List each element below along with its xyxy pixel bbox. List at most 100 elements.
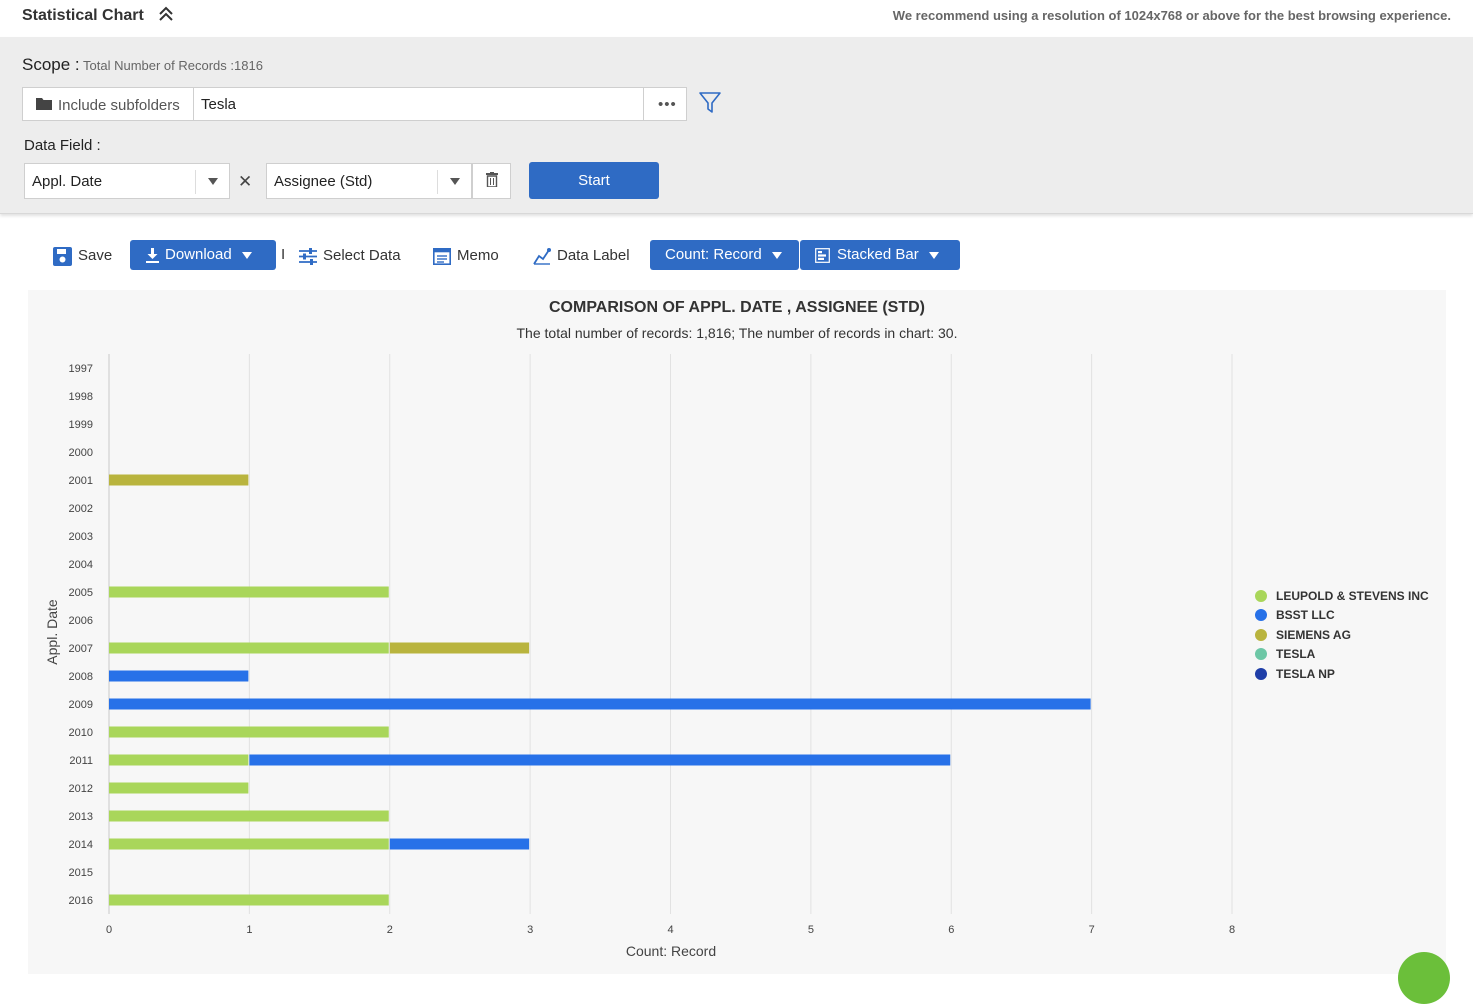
x-tick-label: 0 bbox=[106, 924, 112, 936]
legend-item[interactable]: TESLA NP bbox=[1255, 664, 1429, 684]
legend-item[interactable]: LEUPOLD & STEVENS INC bbox=[1255, 586, 1429, 606]
save-icon bbox=[53, 246, 72, 266]
include-subfolders-button[interactable]: Include subfolders bbox=[22, 87, 194, 121]
legend-label: BSST LLC bbox=[1276, 608, 1335, 623]
y-tick-label: 2007 bbox=[69, 643, 93, 655]
download-label: Download bbox=[165, 246, 232, 263]
data-label-icon bbox=[533, 248, 551, 265]
bar-segment[interactable] bbox=[109, 474, 249, 486]
sliders-icon bbox=[299, 247, 317, 265]
y-axis-title: Appl. Date bbox=[44, 599, 60, 665]
bar-segment[interactable] bbox=[109, 642, 389, 654]
page-title: Statistical Chart bbox=[22, 7, 144, 24]
legend-item[interactable]: BSST LLC bbox=[1255, 606, 1429, 626]
legend-item[interactable]: SIEMENS AG bbox=[1255, 625, 1429, 645]
legend-label: LEUPOLD & STEVENS INC bbox=[1276, 588, 1429, 603]
y-tick-label: 1997 bbox=[69, 363, 93, 375]
bar-segment[interactable] bbox=[109, 754, 249, 766]
chart-type-label: Stacked Bar bbox=[837, 246, 919, 263]
chart-toolbar: Save Download I Select Data Memo Data La… bbox=[0, 236, 1473, 276]
x-tick-label: 3 bbox=[527, 924, 533, 936]
scope-panel: Scope : Total Number of Records :1816 In… bbox=[0, 37, 1473, 214]
more-options-button[interactable]: ••• bbox=[644, 87, 687, 121]
legend-dot-icon bbox=[1255, 648, 1267, 661]
data-label-label: Data Label bbox=[557, 247, 630, 264]
x-tick-label: 7 bbox=[1089, 924, 1095, 936]
y-tick-label: 2004 bbox=[69, 559, 93, 571]
download-button[interactable]: Download bbox=[130, 240, 276, 270]
y-tick-label: 2015 bbox=[69, 867, 93, 879]
legend-dot-icon bbox=[1255, 628, 1267, 641]
collapse-icon[interactable] bbox=[157, 5, 175, 25]
bar-segment[interactable] bbox=[109, 838, 389, 850]
x-tick-label: 4 bbox=[667, 924, 673, 936]
save-label: Save bbox=[78, 247, 113, 264]
delete-field-button[interactable] bbox=[472, 163, 511, 199]
y-tick-label: 1998 bbox=[69, 391, 93, 403]
bar-segment[interactable] bbox=[109, 698, 1091, 710]
y-tick-label: 2011 bbox=[69, 755, 93, 767]
x-tick-label: 8 bbox=[1229, 924, 1235, 936]
y-tick-label: 2010 bbox=[69, 727, 93, 739]
y-tick-label: 2000 bbox=[69, 447, 93, 459]
bar-segment[interactable] bbox=[109, 810, 389, 822]
x-tick-label: 5 bbox=[808, 924, 814, 936]
bar-segment[interactable] bbox=[109, 726, 389, 738]
bar-segment[interactable] bbox=[109, 894, 389, 906]
chevron-down-icon bbox=[928, 251, 939, 259]
bar-segment[interactable] bbox=[109, 782, 249, 794]
y-tick-label: 2006 bbox=[69, 615, 93, 627]
memo-button[interactable]: Memo bbox=[433, 236, 499, 276]
stacked-bar-icon bbox=[815, 247, 830, 263]
legend-dot-icon bbox=[1255, 667, 1267, 680]
stacked-bar-chart: COMPARISON OF APPL. DATE , ASSIGNEE (STD… bbox=[44, 299, 1235, 959]
y-tick-label: 2014 bbox=[69, 839, 93, 851]
bar-segment[interactable] bbox=[389, 642, 530, 654]
legend-item[interactable]: TESLA bbox=[1255, 645, 1429, 665]
chart-legend: LEUPOLD & STEVENS INC BSST LLC SIEMENS AG T… bbox=[1255, 586, 1429, 684]
x-tick-label: 6 bbox=[948, 924, 954, 936]
x-tick-label: 2 bbox=[387, 924, 393, 936]
data-field-1-select[interactable]: Appl. Date bbox=[24, 163, 230, 199]
data-field-2-select[interactable]: Assignee (Std) bbox=[266, 163, 472, 199]
trash-icon bbox=[486, 172, 498, 187]
memo-label: Memo bbox=[457, 247, 499, 264]
x-axis-title: Count: Record bbox=[626, 943, 716, 959]
start-button[interactable]: Start bbox=[529, 162, 659, 199]
chart-subtitle: The total number of records: 1,816; The … bbox=[517, 325, 958, 341]
select-data-label: Select Data bbox=[323, 247, 401, 264]
data-field-label: Data Field : bbox=[24, 137, 101, 154]
filter-icon[interactable] bbox=[698, 91, 722, 120]
legend-dot-icon bbox=[1255, 609, 1267, 622]
y-tick-label: 1999 bbox=[69, 419, 93, 431]
download-icon bbox=[146, 247, 159, 263]
bar-segment[interactable] bbox=[109, 586, 389, 598]
bar-segment[interactable] bbox=[249, 754, 951, 766]
save-button[interactable]: Save bbox=[53, 236, 112, 276]
bar-segment[interactable] bbox=[109, 670, 249, 682]
y-tick-label: 2008 bbox=[69, 671, 93, 683]
data-field-2-value: Assignee (Std) bbox=[274, 173, 373, 190]
scope-query-input[interactable] bbox=[194, 87, 644, 121]
resolution-notice: We recommend using a resolution of 1024x… bbox=[892, 8, 1451, 23]
bar-segment[interactable] bbox=[389, 838, 530, 850]
chart-panel: COMPARISON OF APPL. DATE , ASSIGNEE (STD… bbox=[28, 290, 1446, 974]
y-tick-label: 2005 bbox=[69, 587, 93, 599]
y-tick-label: 2001 bbox=[69, 475, 93, 487]
data-label-button[interactable]: Data Label bbox=[533, 236, 630, 276]
legend-label: SIEMENS AG bbox=[1276, 627, 1351, 642]
chart-type-dropdown[interactable]: Stacked Bar bbox=[800, 240, 960, 270]
legend-label: TESLA NP bbox=[1276, 666, 1335, 681]
legend-label: TESLA bbox=[1276, 647, 1316, 662]
data-field-1-value: Appl. Date bbox=[32, 173, 103, 190]
select-data-button[interactable]: Select Data bbox=[299, 236, 401, 276]
swap-close-icon[interactable]: ✕ bbox=[238, 172, 252, 192]
help-button[interactable] bbox=[1398, 952, 1450, 1004]
chart-title: COMPARISON OF APPL. DATE , ASSIGNEE (STD… bbox=[549, 299, 925, 316]
x-tick-label: 1 bbox=[246, 924, 252, 936]
count-record-dropdown[interactable]: Count: Record bbox=[650, 240, 799, 270]
memo-icon bbox=[433, 247, 451, 265]
ellipsis-icon: ••• bbox=[658, 96, 677, 113]
y-tick-label: 2013 bbox=[69, 811, 93, 823]
chevron-down-icon bbox=[771, 251, 782, 259]
